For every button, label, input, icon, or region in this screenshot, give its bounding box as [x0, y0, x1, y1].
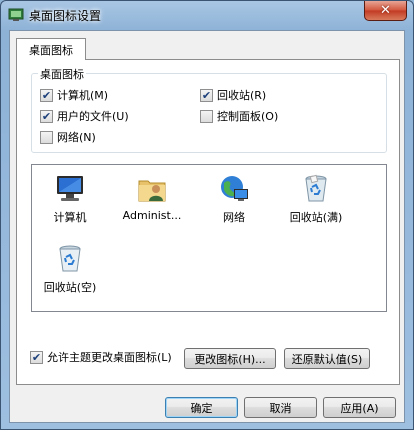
close-button[interactable]: ✕ [364, 1, 407, 21]
checkmark-icon[interactable]: ✔ [30, 350, 43, 364]
icon-item-network[interactable]: 网络 [196, 173, 272, 225]
recycle-bin-full-icon [305, 174, 327, 202]
close-icon: ✕ [380, 3, 391, 18]
ok-button[interactable]: 确定 [165, 397, 238, 418]
tab-panel: 桌面图标 ✔ 计算机(M) ✔ 回收站(R) ✔ 用户的文件(U) 控制面板(O… [16, 59, 400, 385]
checkmark-icon[interactable]: ✔ [40, 109, 53, 123]
checkbox-box[interactable] [40, 130, 53, 144]
icon-item-computer[interactable]: 计算机 [32, 173, 108, 225]
desktop-settings-icon [8, 8, 24, 21]
icon-label: Administ... [122, 209, 182, 222]
apply-button[interactable]: 应用(A) [323, 397, 396, 418]
network-icon [221, 176, 248, 201]
icon-label: 网络 [223, 211, 245, 224]
checkbox-user-files[interactable]: ✔ 用户的文件(U) [40, 108, 129, 124]
checkbox-network[interactable]: 网络(N) [40, 129, 96, 145]
desktop-icons-group: 桌面图标 ✔ 计算机(M) ✔ 回收站(R) ✔ 用户的文件(U) 控制面板(O… [31, 66, 387, 153]
checkbox-recycle-bin[interactable]: ✔ 回收站(R) [200, 87, 266, 103]
checkmark-icon[interactable]: ✔ [200, 88, 213, 102]
change-icon-button[interactable]: 更改图标(H)... [184, 348, 276, 369]
checkbox-box[interactable] [200, 109, 213, 123]
tab-label: 桌面图标 [29, 43, 73, 57]
window-title: 桌面图标设置 [29, 9, 102, 23]
recycle-bin-empty-icon [59, 245, 81, 272]
icon-label: 回收站(满) [289, 211, 343, 224]
cancel-button[interactable]: 取消 [244, 397, 317, 418]
checkbox-label: 用户的文件(U) [57, 110, 129, 123]
icon-item-recycle-empty[interactable]: 回收站(空) [32, 243, 108, 295]
icon-list-view[interactable]: 计算机 Administ... 网络 回收站(满) 回收站(空) [31, 164, 387, 312]
icon-item-recycle-full[interactable]: 回收站(满) [278, 173, 354, 225]
checkbox-label: 网络(N) [57, 131, 96, 144]
checkbox-control-panel[interactable]: 控制面板(O) [200, 108, 278, 124]
dialog-window: 桌面图标设置 ✕ 桌面图标 桌面图标 ✔ 计算机(M) ✔ 回收站(R) ✔ 用… [0, 0, 414, 430]
computer-icon [57, 176, 83, 201]
checkbox-computer[interactable]: ✔ 计算机(M) [40, 87, 108, 103]
restore-default-button[interactable]: 还原默认值(S) [284, 348, 370, 369]
user-folder-icon [138, 180, 166, 202]
checkbox-label: 允许主题更改桌面图标(L) [47, 351, 172, 364]
tab-desktop-icons[interactable]: 桌面图标 [16, 38, 86, 60]
icon-item-user-files[interactable]: Administ... [114, 173, 190, 222]
group-legend: 桌面图标 [38, 66, 86, 82]
checkbox-allow-theme[interactable]: ✔ 允许主题更改桌面图标(L) [30, 349, 172, 365]
checkbox-label: 回收站(R) [217, 89, 267, 102]
title-bar[interactable]: 桌面图标设置 ✕ [1, 1, 413, 29]
dialog-client-area: 桌面图标 桌面图标 ✔ 计算机(M) ✔ 回收站(R) ✔ 用户的文件(U) 控… [9, 30, 405, 423]
checkbox-label: 计算机(M) [57, 89, 109, 102]
checkmark-icon[interactable]: ✔ [40, 88, 53, 102]
icon-label: 计算机 [53, 211, 87, 224]
checkbox-label: 控制面板(O) [217, 110, 279, 123]
icon-label: 回收站(空) [43, 281, 97, 294]
